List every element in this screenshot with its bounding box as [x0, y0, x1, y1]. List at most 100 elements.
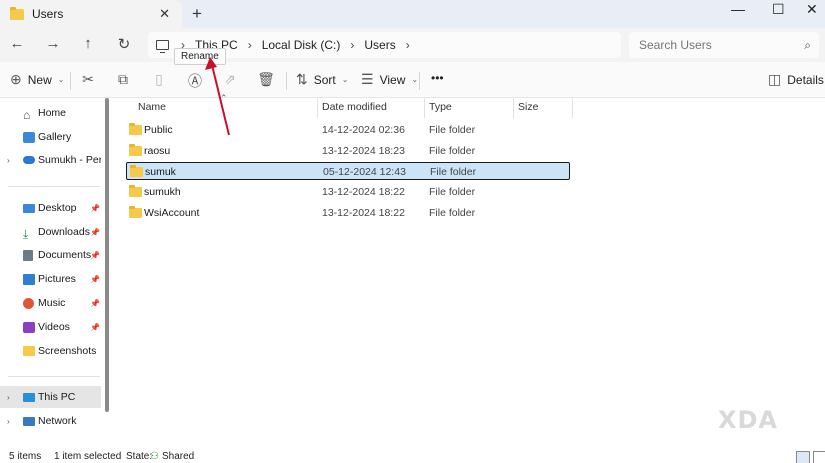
divider: [8, 186, 100, 187]
details-view-toggle[interactable]: [796, 451, 810, 463]
search-box[interactable]: ⌕: [629, 32, 819, 58]
tab-users[interactable]: Users ✕: [0, 0, 182, 28]
command-bar: ⊕ New ⌄ ✂ ⧉ ▯ Ⓐ ⇗ 🗑 ⇅ Sort ⌄ ☰ View ⌄ ••…: [0, 62, 825, 98]
pin-icon[interactable]: 📌: [90, 323, 100, 332]
file-row[interactable]: raosu 13-12-2024 18:23 File folder: [126, 142, 570, 160]
up-button[interactable]: ↑: [78, 35, 98, 52]
sidebar-item-videos[interactable]: Videos 📌: [0, 316, 101, 338]
pin-icon[interactable]: 📌: [90, 204, 100, 213]
chevron-right-icon[interactable]: ›: [406, 38, 410, 52]
file-name: WsiAccount: [144, 207, 200, 219]
sidebar-item-screenshots[interactable]: Screenshots: [0, 340, 101, 362]
sidebar-item-desktop[interactable]: Desktop 📌: [0, 197, 101, 219]
folder-icon: [23, 346, 35, 356]
column-divider[interactable]: [572, 98, 573, 118]
column-divider[interactable]: [424, 98, 425, 118]
sidebar-item-documents[interactable]: Documents 📌: [0, 244, 101, 266]
sidebar-item-gallery[interactable]: Gallery: [0, 126, 101, 148]
sidebar-item-downloads[interactable]: ⤓ Downloads 📌: [0, 221, 101, 243]
column-name[interactable]: Name: [138, 101, 166, 121]
new-button[interactable]: ⊕ New ⌄: [10, 71, 64, 88]
sidebar-item-music[interactable]: Music 📌: [0, 292, 101, 314]
status-bar: 5 items 1 item selected State: ⚇ Shared: [0, 448, 825, 463]
back-button[interactable]: ←: [7, 35, 27, 52]
file-name: sumuk: [145, 166, 176, 178]
more-options-button[interactable]: •••: [431, 71, 444, 85]
file-date: 05-12-2024 12:43: [323, 166, 406, 178]
copy-icon[interactable]: ⧉: [114, 71, 132, 88]
maximize-button[interactable]: ☐: [772, 1, 785, 18]
videos-icon: [23, 321, 35, 333]
close-window-button[interactable]: ✕: [806, 1, 818, 18]
item-count: 5 items: [9, 451, 42, 462]
pictures-icon: [23, 273, 35, 285]
sidebar-item-home[interactable]: ⌂ Home: [0, 102, 101, 124]
cut-icon[interactable]: ✂: [79, 71, 97, 88]
delete-icon[interactable]: 🗑: [257, 71, 275, 88]
file-row[interactable]: sumukh 13-12-2024 18:22 File folder: [126, 183, 570, 201]
arrow-shaft: [211, 64, 230, 136]
arrow-head: [205, 57, 217, 70]
sidebar-item-onedrive[interactable]: › Sumukh - Perso: [0, 149, 101, 171]
file-row-selected[interactable]: sumuk 05-12-2024 12:43 File folder: [126, 162, 570, 180]
folder-icon: [10, 6, 24, 20]
search-icon[interactable]: ⌕: [804, 38, 811, 53]
file-type: File folder: [429, 186, 476, 198]
refresh-button[interactable]: ↻: [114, 35, 134, 53]
folder-icon: [129, 185, 142, 197]
breadcrumb-local-disk[interactable]: Local Disk (C:): [262, 38, 341, 52]
tab-bar: Users ✕ + — ☐ ✕: [0, 0, 825, 28]
watermark-logo: XDA: [718, 406, 778, 434]
column-size[interactable]: Size: [518, 101, 538, 121]
chevron-right-icon[interactable]: ›: [7, 156, 10, 165]
details-pane-icon: ◫: [768, 71, 782, 87]
pin-icon[interactable]: 📌: [90, 228, 100, 237]
pin-icon[interactable]: 📌: [90, 275, 100, 284]
cloud-icon: [23, 156, 35, 164]
sidebar-item-pictures[interactable]: Pictures 📌: [0, 268, 101, 290]
sidebar-item-this-pc[interactable]: › This PC: [0, 386, 101, 408]
pc-icon: [23, 393, 35, 402]
column-divider[interactable]: [513, 98, 514, 118]
new-tab-button[interactable]: +: [192, 4, 202, 24]
chevron-right-icon[interactable]: ›: [248, 38, 252, 52]
folder-icon: [129, 123, 142, 135]
selection-count: 1 item selected: [54, 451, 122, 462]
state-label: State:: [126, 451, 153, 462]
file-type: File folder: [430, 166, 477, 178]
sidebar-item-network[interactable]: › Network: [0, 410, 101, 432]
documents-icon: [23, 249, 33, 261]
gallery-icon: [23, 131, 35, 143]
column-date-modified[interactable]: Date modified: [322, 101, 387, 121]
search-input[interactable]: [639, 38, 789, 52]
chevron-down-icon: ⌄: [411, 75, 419, 84]
minimize-button[interactable]: —: [731, 1, 745, 17]
view-button[interactable]: ☰ View ⌄: [361, 71, 418, 88]
close-tab-button[interactable]: ✕: [159, 6, 170, 22]
column-type[interactable]: Type: [429, 101, 452, 121]
more-icon: •••: [431, 71, 444, 85]
navigation-pane: ⌂ Home Gallery › Sumukh - Perso Desktop …: [0, 98, 104, 448]
file-type: File folder: [429, 124, 476, 136]
tiles-view-toggle[interactable]: [813, 451, 825, 463]
sidebar-scrollbar[interactable]: [105, 98, 109, 412]
folder-icon: [129, 144, 142, 156]
sort-icon: ⇅: [296, 71, 308, 87]
details-button[interactable]: ◫ Details: [768, 71, 824, 88]
tab-title: Users: [32, 7, 64, 21]
pin-icon[interactable]: 📌: [90, 251, 100, 260]
file-date: 14-12-2024 02:36: [322, 124, 405, 136]
file-row[interactable]: Public 14-12-2024 02:36 File folder: [126, 121, 570, 139]
column-divider[interactable]: [317, 98, 318, 118]
file-date: 13-12-2024 18:23: [322, 145, 405, 157]
paste-icon[interactable]: ▯: [150, 71, 168, 88]
file-row[interactable]: WsiAccount 13-12-2024 18:22 File folder: [126, 204, 570, 222]
chevron-right-icon[interactable]: ›: [7, 393, 10, 402]
breadcrumb-users[interactable]: Users: [364, 38, 395, 52]
sort-button[interactable]: ⇅ Sort ⌄: [296, 71, 348, 88]
pin-icon[interactable]: 📌: [90, 299, 100, 308]
chevron-right-icon[interactable]: ›: [7, 417, 10, 426]
chevron-right-icon[interactable]: ›: [350, 38, 354, 52]
forward-button[interactable]: →: [43, 35, 63, 52]
file-name: Public: [144, 124, 173, 136]
